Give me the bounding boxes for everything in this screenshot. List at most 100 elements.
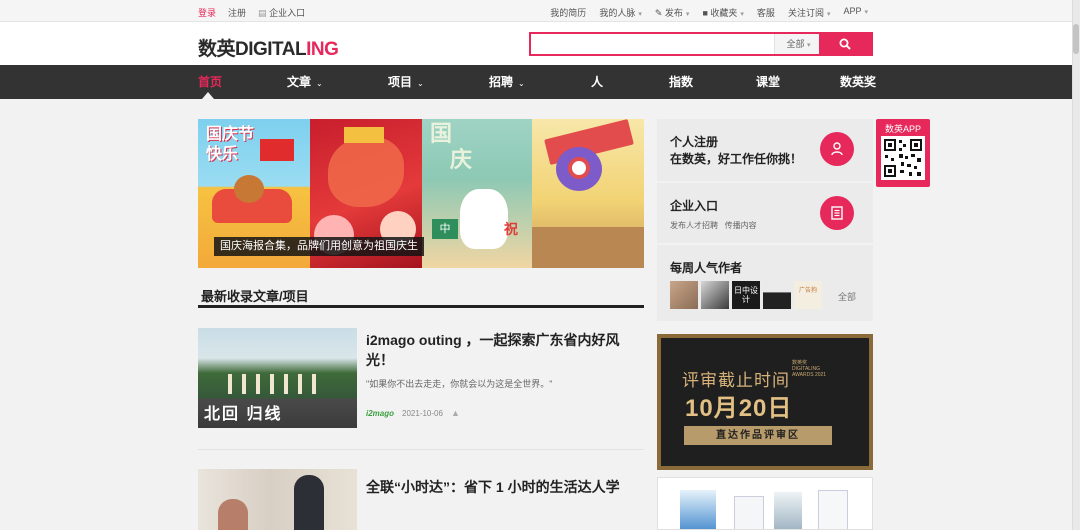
app-download-float[interactable]: 数英APP [876,119,930,187]
banner-poster-3-text: 国庆 [430,121,472,173]
personal-register-card[interactable]: 个人注册 在数英，好工作任你挑！ [657,119,873,181]
main-nav: 首页 文章 ⌄ 项目 ⌄ 招聘 ⌄ 人 指数 课堂 数英奖 [0,65,1072,99]
avatar[interactable]: 广告狗 [794,281,822,309]
search-input[interactable] [531,34,773,54]
pencil-icon: ✎ [654,8,663,18]
favorites-label: 收藏夹 [710,8,738,18]
app-label: APP [843,6,862,16]
award-review-button[interactable]: 直达作品评审区 [684,426,832,445]
chevron-down-icon: ⌄ [417,79,424,88]
book-ad-banner[interactable] [657,477,873,530]
resume-link[interactable]: 我的简历 [550,6,586,19]
nav-item-jobs-label: 招聘 [489,75,514,89]
subscribe-menu[interactable]: 关注订阅 ▾ [788,6,831,19]
article-title[interactable]: i2mago outing ，一起探索广东省内好风光！ [366,330,634,370]
eye-shape [568,157,590,179]
nav-item-articles[interactable]: 文章 ⌄ [287,65,323,99]
register-link[interactable]: 注册 [228,6,246,19]
thumb-road-text: 北回 归线 [204,406,283,423]
folder-icon: ■ [702,8,708,18]
search-scope-select[interactable]: 全部 ▾ [774,34,822,54]
wall-shape [532,227,644,268]
enterprise-sub-2: 传播内容 [724,221,757,230]
nav-item-people[interactable]: 人 [591,65,603,99]
chevron-down-icon: ▾ [740,11,744,18]
nav-item-jobs[interactable]: 招聘 ⌄ [489,65,525,99]
top-bar: 登录 注册 ▤ 企业入口 我的简历 我的人脉 ▾ ✎ 发布 ▾ ■ 收藏夹 ▾ 客服 … [0,0,1080,22]
nav-item-projects[interactable]: 项目 ⌄ [388,65,424,99]
article-card[interactable]: 北回 归线 i2mago outing ，一起探索广东省内好风光！ "如果你不出… [198,328,644,428]
banner-caption[interactable]: 国庆海报合集，品牌们用创意为祖国庆生 [214,237,424,256]
nav-item-awards[interactable]: 数英奖 [840,65,876,99]
poster-text-1: 国庆节 [206,126,255,143]
book-cover [774,492,802,529]
subscribe-label: 关注订阅 [787,8,824,18]
login-link[interactable]: 登录 [198,6,216,19]
article-date: 2021-10-06 [402,408,443,418]
publish-menu[interactable]: ✎ 发布 ▾ [655,6,690,19]
character-shape [460,189,508,249]
banner-poster-1-text: 国庆节 快乐 [206,125,254,165]
article-meta: i2mago 2021-10-06 ▲ [366,408,460,418]
nav-item-classroom[interactable]: 课堂 [756,65,780,99]
award-deadline-date: 10月20日 [685,395,793,422]
banner-carousel[interactable]: 国庆节 快乐 国庆 中 祝 国庆海报合集，品牌们用创意为祖国庆生 [198,119,644,268]
poster-text-5: 中 [439,223,451,235]
connections-menu[interactable]: 我的人脉 ▾ [599,6,642,19]
avatar[interactable] [670,281,698,309]
connections-label: 我的人脉 [599,8,636,18]
logo-main-text: 数英DIGITAL [198,39,307,60]
favorites-menu[interactable]: ■ 收藏夹 ▾ [702,6,743,19]
avatar[interactable] [701,281,729,309]
scrollbar-thumb[interactable] [1073,24,1079,54]
nav-item-index[interactable]: 指数 [669,65,693,99]
poster-text-6: 祝 [504,221,518,237]
article-title[interactable]: 全联“小时达”：省下 1 小时的生活达人学 [366,477,634,497]
search-scope-label: 全部 [786,39,805,49]
enterprise-link-label: 企业入口 [269,8,306,18]
nav-item-projects-label: 项目 [388,75,413,89]
enterprise-link[interactable]: ▤ 企业入口 [258,6,305,19]
award-badge: 数英奖 DIGITALING AWARDS 2021 [792,360,827,378]
article-thumbnail[interactable] [198,469,357,530]
support-link[interactable]: 客服 [757,6,775,19]
avatar-text: 广告狗 [798,288,817,294]
article-divider [198,449,644,450]
app-menu[interactable]: APP ▾ [843,6,868,19]
enterprise-card[interactable]: 企业入口 发布人才招聘 传播内容 [657,183,873,243]
personal-register-subtitle: 在数英，好工作任你挑！ [670,152,803,166]
site-logo[interactable]: 数英DIGITALING [198,34,339,61]
chevron-down-icon: ▾ [685,11,690,18]
avatar-text: 日中设计 [734,286,758,304]
weekly-authors-card: 每周人气作者 日中设计 广告狗 全部 [657,245,873,321]
logo-accent-text: ING [306,39,339,60]
section-title-latest: 最新收录文章/项目 [198,286,644,308]
award-banner[interactable]: 数英奖 DIGITALING AWARDS 2021 评审截止时间 10月20日… [657,334,873,470]
scrollbar[interactable] [1072,0,1080,530]
enterprise-title: 企业入口 [670,199,719,213]
chevron-down-icon: ⌄ [518,79,525,88]
article-card[interactable]: 全联“小时达”：省下 1 小时的生活达人学 [198,469,644,530]
chevron-down-icon: ▾ [807,42,811,49]
thumb-people [228,374,318,394]
search-box: 全部 ▾ [529,32,873,56]
bear-shape [234,175,264,203]
publish-label: 发布 [664,8,683,18]
avatar[interactable] [763,281,791,309]
enterprise-sub: 发布人才招聘 传播内容 [670,220,757,231]
enterprise-sub-1: 发布人才招聘 [670,221,718,230]
all-authors-link[interactable]: 全部 [838,290,856,303]
nav-item-articles-label: 文章 [287,75,312,89]
personal-register-title: 个人注册 [670,135,719,149]
article-source[interactable]: i2mago [366,409,394,418]
article-desc: "如果你不出去走走，你就会以为这是全世界。" [366,379,553,389]
top-bar-left: 登录 注册 ▤ 企业入口 [198,6,305,19]
thumbs-up-icon[interactable]: ▲ [451,408,460,418]
avatar[interactable]: 日中设计 [732,281,760,309]
poster-3-seal: 祝 [504,219,518,239]
nav-active-pointer [202,92,214,99]
gate-shape [344,127,384,143]
search-button[interactable] [819,34,871,54]
article-thumbnail[interactable]: 北回 归线 [198,328,357,428]
document-icon [820,196,854,230]
